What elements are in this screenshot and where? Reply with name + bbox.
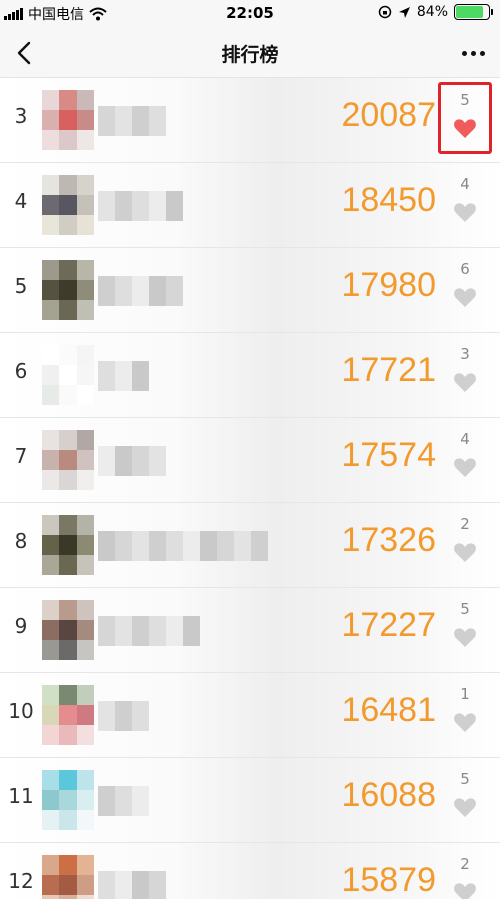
like-count: 1 xyxy=(460,685,470,703)
like-count: 4 xyxy=(460,175,470,193)
username-blurred xyxy=(98,276,183,306)
like-button[interactable]: 5 xyxy=(442,766,488,832)
avatar[interactable] xyxy=(42,855,94,899)
status-right: 84% xyxy=(378,4,493,20)
rank-number: 12 xyxy=(8,869,34,893)
username-blurred xyxy=(98,361,149,391)
rank-number: 5 xyxy=(14,274,28,298)
rank-number: 3 xyxy=(14,104,28,128)
heart-icon xyxy=(454,119,476,138)
score-value: 20087 xyxy=(341,96,436,134)
username-blurred xyxy=(98,191,183,221)
score-value: 17574 xyxy=(341,436,436,474)
heart-icon xyxy=(454,883,476,899)
like-count: 2 xyxy=(460,515,470,533)
battery-icon xyxy=(454,4,493,20)
username-blurred xyxy=(98,531,268,561)
like-button[interactable]: 4 xyxy=(442,171,488,237)
username-blurred xyxy=(98,106,166,136)
ranking-row[interactable]: 4 18450 4 xyxy=(0,163,500,248)
ranking-row[interactable]: 12 15879 2 xyxy=(0,843,500,899)
score-value: 18450 xyxy=(341,181,436,219)
username-blurred xyxy=(98,786,149,816)
avatar[interactable] xyxy=(42,600,94,660)
username-blurred xyxy=(98,616,200,646)
battery-percent: 84% xyxy=(416,4,448,20)
more-options-button[interactable] xyxy=(458,40,488,66)
like-count: 6 xyxy=(460,260,470,278)
location-icon xyxy=(398,6,410,18)
avatar[interactable] xyxy=(42,430,94,490)
rank-number: 11 xyxy=(8,784,34,808)
nav-bar: 排行榜 xyxy=(0,28,500,78)
heart-icon xyxy=(454,203,476,222)
like-count: 5 xyxy=(460,770,470,788)
ranking-row[interactable]: 3 20087 5 xyxy=(0,78,500,163)
like-button[interactable]: 6 xyxy=(442,256,488,322)
score-value: 17227 xyxy=(341,606,436,644)
ranking-row[interactable]: 6 17721 3 xyxy=(0,333,500,418)
like-button[interactable]: 2 xyxy=(442,851,488,899)
avatar[interactable] xyxy=(42,260,94,320)
score-value: 16481 xyxy=(341,691,436,729)
heart-icon xyxy=(454,713,476,732)
ranking-row[interactable]: 10 16481 1 xyxy=(0,673,500,758)
like-button[interactable]: 3 xyxy=(442,341,488,407)
heart-icon xyxy=(454,373,476,392)
like-button[interactable]: 2 xyxy=(442,511,488,577)
like-count: 5 xyxy=(460,91,470,109)
rank-number: 4 xyxy=(14,189,28,213)
score-value: 15879 xyxy=(341,861,436,899)
heart-icon xyxy=(454,798,476,817)
like-count: 5 xyxy=(460,600,470,618)
like-button[interactable]: 4 xyxy=(442,426,488,492)
ranking-list[interactable]: 3 20087 5 4 18450 4 5 17980 6 6 17721 3 7 17574 4 8 1732… xyxy=(0,78,500,899)
ranking-row[interactable]: 7 17574 4 xyxy=(0,418,500,503)
like-count: 4 xyxy=(460,430,470,448)
ranking-row[interactable]: 8 17326 2 xyxy=(0,503,500,588)
score-value: 16088 xyxy=(341,776,436,814)
heart-icon xyxy=(454,628,476,647)
more-dot xyxy=(479,50,485,56)
avatar[interactable] xyxy=(42,345,94,405)
username-blurred xyxy=(98,871,166,899)
ranking-row[interactable]: 5 17980 6 xyxy=(0,248,500,333)
heart-icon xyxy=(454,458,476,477)
rank-number: 7 xyxy=(14,444,28,468)
page-title: 排行榜 xyxy=(221,44,279,66)
status-bar: 中国电信 22:05 84% xyxy=(0,0,500,28)
score-value: 17980 xyxy=(341,266,436,304)
score-value: 17326 xyxy=(341,521,436,559)
avatar[interactable] xyxy=(42,515,94,575)
heart-icon xyxy=(454,288,476,307)
ranking-row[interactable]: 9 17227 5 xyxy=(0,588,500,673)
rank-number: 9 xyxy=(14,614,28,638)
like-button-highlighted[interactable]: 5 xyxy=(438,82,492,154)
rank-number: 6 xyxy=(14,359,28,383)
avatar[interactable] xyxy=(42,90,94,150)
avatar[interactable] xyxy=(42,770,94,830)
more-dot xyxy=(470,50,476,56)
avatar[interactable] xyxy=(42,175,94,235)
more-dots-icon xyxy=(461,50,467,56)
ranking-row[interactable]: 11 16088 5 xyxy=(0,758,500,843)
score-value: 17721 xyxy=(341,351,436,389)
rank-number: 8 xyxy=(14,529,28,553)
username-blurred xyxy=(98,446,166,476)
orientation-lock-icon xyxy=(378,5,392,19)
rank-number: 10 xyxy=(8,699,34,723)
like-count: 3 xyxy=(460,345,470,363)
avatar[interactable] xyxy=(42,685,94,745)
heart-icon xyxy=(454,543,476,562)
like-count: 2 xyxy=(460,855,470,873)
like-button[interactable]: 1 xyxy=(442,681,488,747)
username-blurred xyxy=(98,701,149,731)
like-button[interactable]: 5 xyxy=(442,596,488,662)
